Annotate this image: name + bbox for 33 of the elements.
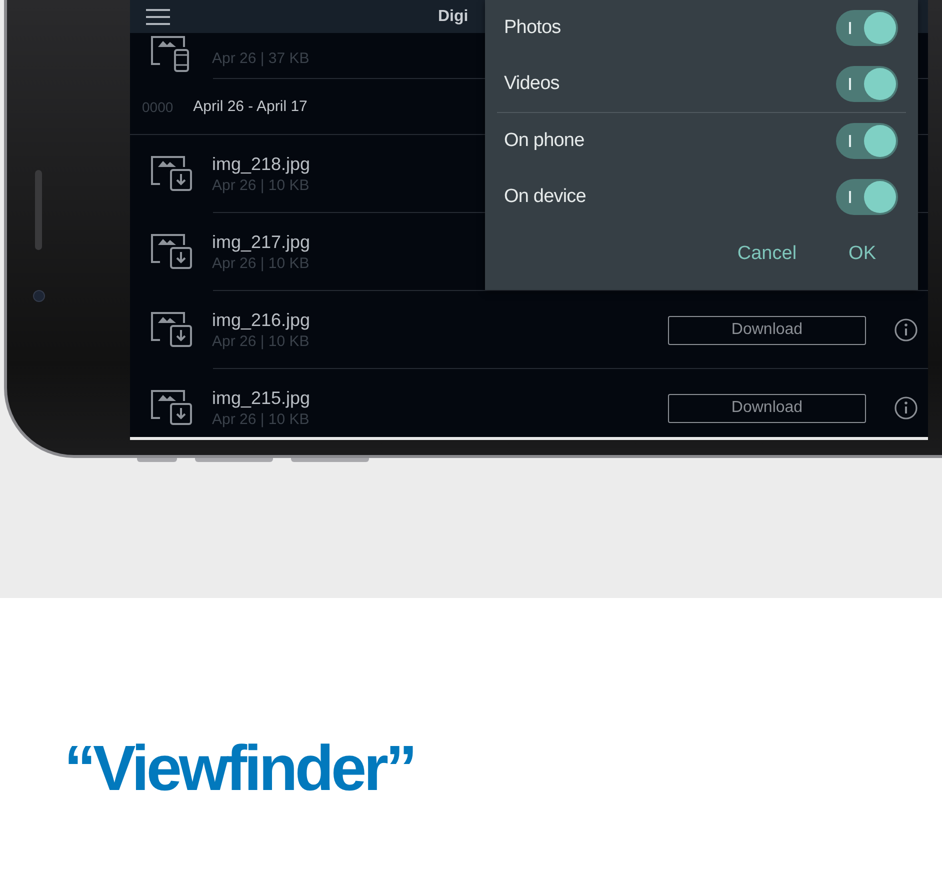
file-name: img_216.jpg xyxy=(212,310,310,331)
image-download-icon xyxy=(150,232,194,272)
file-name: img_217.jpg xyxy=(212,232,310,253)
option-label: Videos xyxy=(504,73,560,95)
info-icon[interactable] xyxy=(894,396,918,420)
menu-icon[interactable] xyxy=(146,8,170,26)
file-name: img_218.jpg xyxy=(212,154,310,175)
app-title: Digi xyxy=(438,8,468,26)
ok-button[interactable]: OK xyxy=(842,239,882,269)
image-download-icon xyxy=(150,388,194,428)
toggle-switch[interactable] xyxy=(836,66,898,102)
option-label: On device xyxy=(504,186,586,208)
toggle-switch[interactable] xyxy=(836,10,898,46)
info-icon[interactable] xyxy=(894,318,918,342)
download-button[interactable]: Download xyxy=(668,316,866,344)
cancel-button[interactable]: Cancel xyxy=(731,239,803,269)
file-meta: Apr 26 | 37 KB xyxy=(212,50,310,67)
file-name: img_215.jpg xyxy=(212,388,310,409)
file-meta: Apr 26 | 10 KB xyxy=(212,255,310,272)
file-meta: Apr 26 | 10 KB xyxy=(212,411,310,428)
image-download-icon xyxy=(150,310,194,350)
date-range: April 26 - April 17 xyxy=(193,98,308,115)
camera-dot xyxy=(32,290,44,302)
toggle-switch[interactable] xyxy=(836,179,898,215)
download-button[interactable]: Download xyxy=(668,394,866,422)
section-heading: “Viewfinder” xyxy=(64,736,416,800)
option-label: On phone xyxy=(504,130,584,152)
file-meta: Apr 26 | 10 KB xyxy=(212,333,310,350)
image-download-icon xyxy=(150,154,194,194)
file-meta: Apr 26 | 10 KB xyxy=(212,177,310,194)
option-label: Photos xyxy=(504,17,561,39)
toggle-switch[interactable] xyxy=(836,123,898,159)
section-code: 0000 xyxy=(142,98,174,114)
